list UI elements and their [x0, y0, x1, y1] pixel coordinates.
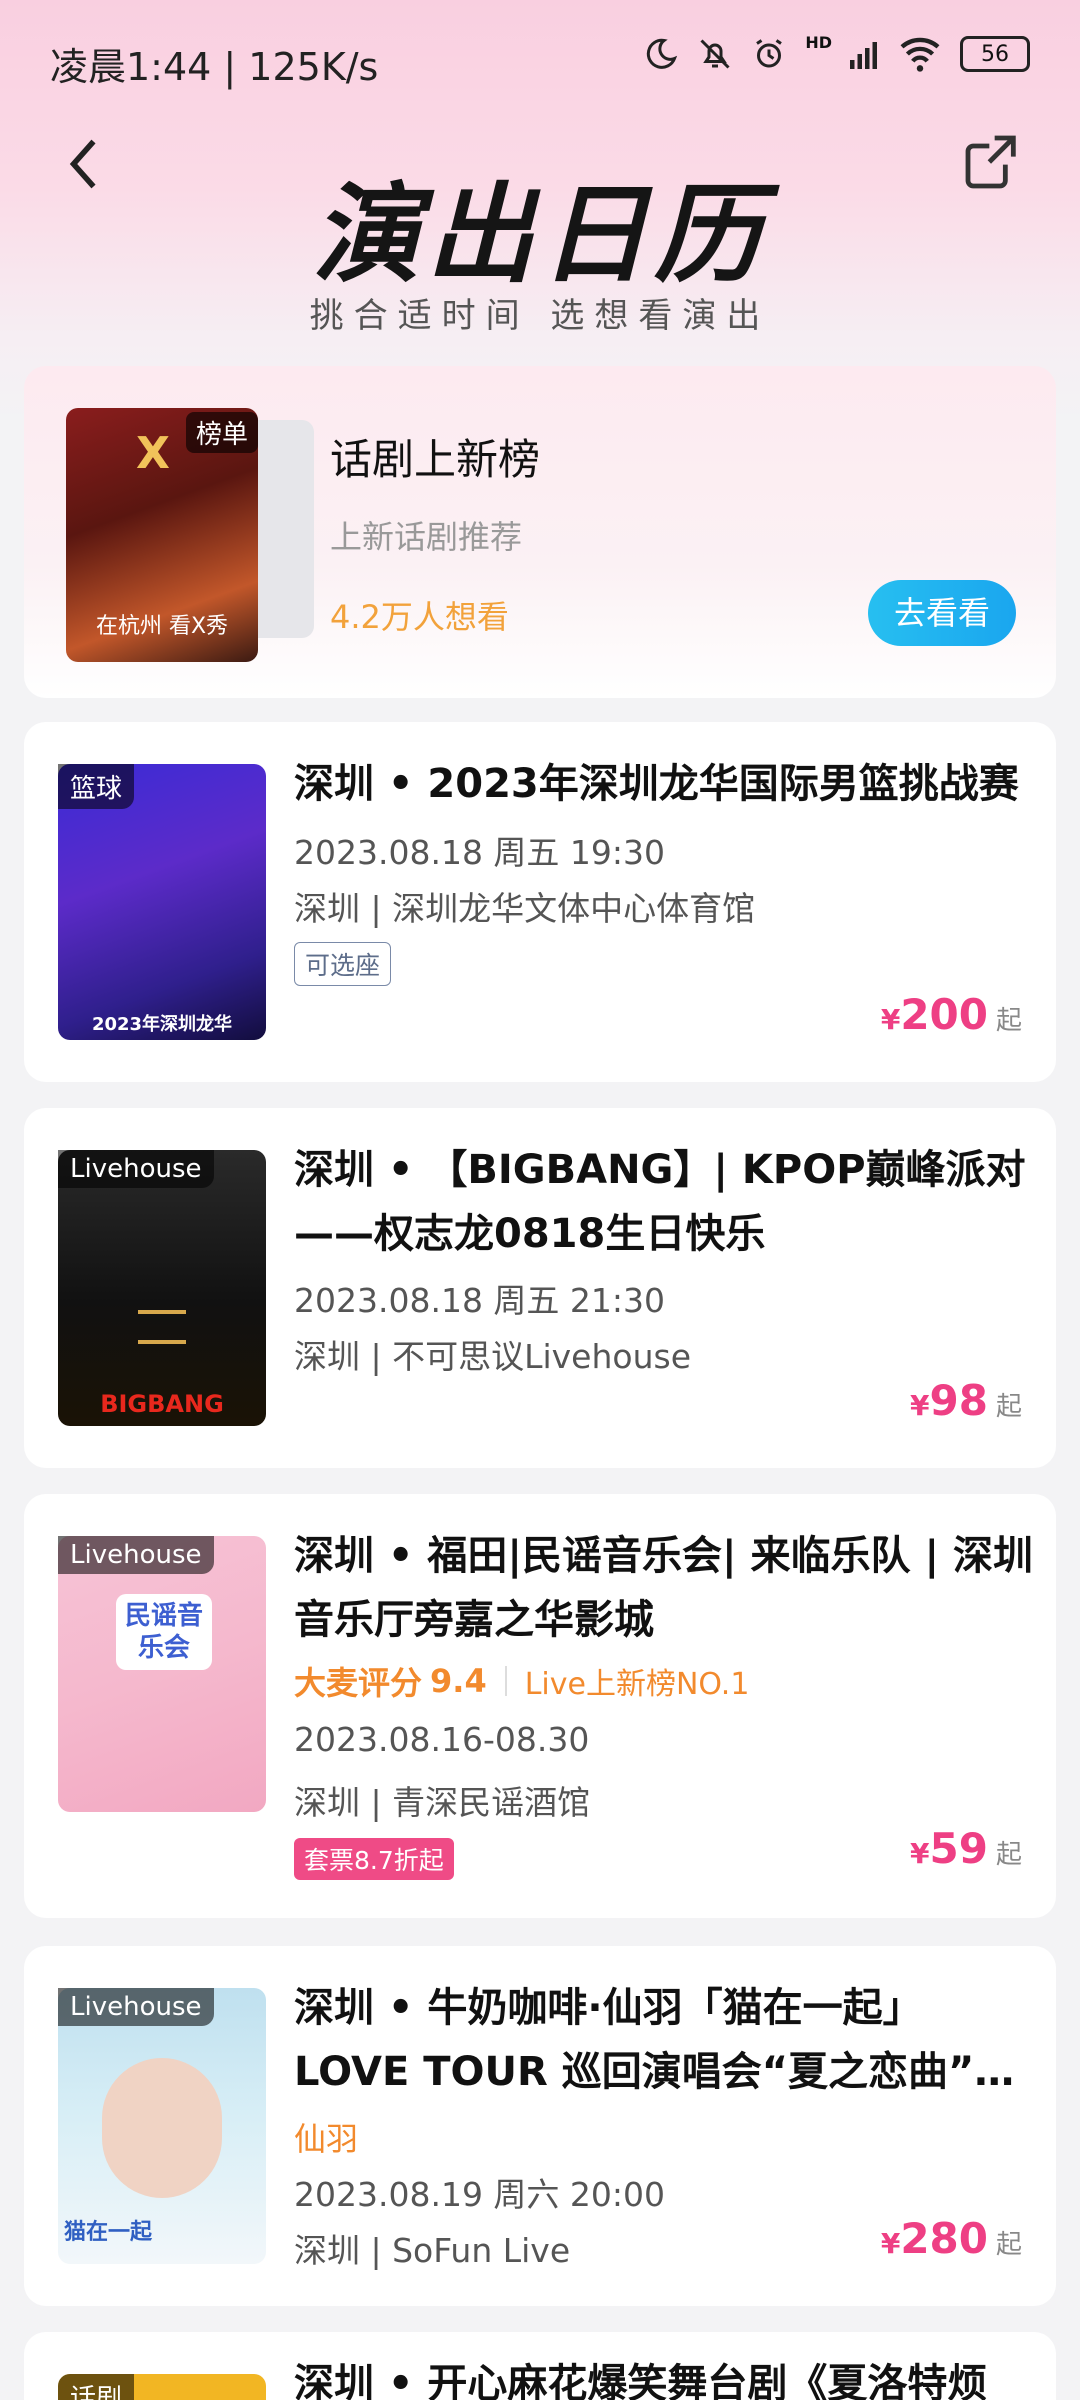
rank-badge: Live上新榜NO.1 [524, 1667, 750, 1702]
event-poster: 话剧 [58, 2374, 266, 2400]
list-item[interactable]: 民谣音乐会 Livehouse 深圳 • 福田|民谣音乐会| 来临乐队 | 深圳… [24, 1494, 1056, 1918]
category-tag: Livehouse [58, 1988, 214, 2026]
price-value: 200 [900, 990, 988, 1039]
page-title: 演出日历 [311, 173, 768, 298]
ranking-tag: 榜单 [186, 412, 259, 453]
price: ¥200 起 [881, 990, 1022, 1039]
artist-name: 仙羽 [294, 2120, 359, 2158]
discount-chip: 套票8.7折起 [294, 1838, 454, 1880]
rating-row: 大麦评分 9.4 Live上新榜NO.1 [294, 1658, 749, 1704]
battery-level: 56 [981, 41, 1009, 67]
event-title-line2: LOVE TOUR 巡回演唱会“夏之恋曲”… [294, 2049, 1015, 2095]
event-date: 2023.08.16-08.30 [294, 1720, 590, 1759]
want-count: 4.2万人想看 [330, 598, 509, 636]
rating-score: 9.4 [430, 1662, 487, 1700]
bell-off-icon [700, 39, 730, 69]
price-suffix: 起 [995, 2230, 1022, 2260]
signal-icon [850, 42, 877, 69]
status-icons: HD 56 [643, 32, 1030, 72]
event-venue: 深圳 | 不可思议Livehouse [294, 1337, 691, 1376]
go-see-button[interactable]: 去看看 [868, 580, 1016, 646]
price-value: 280 [900, 2214, 988, 2263]
event-title: 深圳 • 2023年深圳龙华国际男篮挑战赛 [294, 761, 1019, 807]
list-item[interactable]: BIGBANG Livehouse 深圳 • 【BIGBANG】| KPOP巅峰… [24, 1108, 1056, 1468]
event-date: 2023.08.18 周五 21:30 [294, 1281, 666, 1320]
poster-tag-wrap: Livehouse [58, 1150, 266, 1426]
poster-letter: X [136, 428, 170, 479]
poster-text: 在杭州 看X秀 [95, 614, 229, 639]
list-item[interactable]: 2023年深圳龙华 篮球 深圳 • 2023年深圳龙华国际男篮挑战赛 2023.… [24, 722, 1056, 1082]
wifi-icon [900, 37, 940, 72]
event-date: 2023.08.18 周五 19:30 [294, 833, 666, 872]
moon-icon [647, 38, 678, 69]
rating-label: 大麦评分 [294, 1664, 423, 1702]
list-item[interactable]: 话剧 深圳 • 开心麻花爆笑舞台剧《夏洛特烦 [24, 2332, 1056, 2400]
event-title-line2: ——权志龙0818生日快乐 [294, 1211, 766, 1257]
category-tag: 篮球 [58, 764, 135, 809]
battery-icon: 56 [960, 36, 1030, 72]
ranking-title: 话剧上新榜 [330, 435, 541, 484]
event-title-line1: 深圳 • 牛奶咖啡·仙羽「猫在一起」 [294, 1985, 923, 2031]
price-suffix: 起 [995, 1392, 1022, 1422]
category-tag: Livehouse [58, 1536, 214, 1574]
event-venue: 深圳 | 深圳龙华文体中心体育馆 [294, 889, 756, 928]
price: ¥59 起 [910, 1824, 1022, 1873]
event-venue: 深圳 | 青深民谣酒馆 [294, 1783, 591, 1822]
category-tag: Livehouse [58, 1150, 214, 1188]
price-value: 98 [929, 1376, 988, 1425]
list-item[interactable]: 猫在一起 Livehouse 深圳 • 牛奶咖啡·仙羽「猫在一起」 LOVE T… [24, 1946, 1056, 2306]
event-date: 2023.08.19 周六 20:00 [294, 2175, 666, 2214]
price-suffix: 起 [995, 1840, 1022, 1870]
alarm-icon [756, 39, 783, 68]
poster-tag-wrap: Livehouse [58, 1536, 266, 1812]
currency: ¥ [910, 1837, 930, 1870]
ranking-subtitle: 上新话剧推荐 [330, 518, 523, 556]
event-title-line2: 音乐厅旁嘉之华影城 [294, 1597, 654, 1643]
currency: ¥ [910, 1389, 930, 1422]
event-title-line1: 深圳 • 【BIGBANG】| KPOP巅峰派对 [294, 1147, 1026, 1193]
status-time: 凌晨1:44 | 125K/s [50, 45, 379, 89]
currency: ¥ [880, 1003, 901, 1036]
poster-tag-wrap: 篮球 [58, 764, 266, 1040]
ranking-card[interactable]: X 在杭州 看X秀 榜单 话剧上新榜 上新话剧推荐 4.2万人想看 去看看 [24, 366, 1056, 698]
price: ¥280 起 [881, 2214, 1022, 2263]
event-title-line1: 深圳 • 福田|民谣音乐会| 来临乐队 | 深圳 [294, 1533, 1034, 1579]
event-title-line1: 深圳 • 开心麻花爆笑舞台剧《夏洛特烦 [294, 2361, 988, 2400]
page-subtitle: 挑合适时间 选想看演出 [309, 296, 771, 336]
category-tag: 话剧 [58, 2374, 135, 2400]
price: ¥98 起 [910, 1376, 1022, 1425]
price-suffix: 起 [995, 1006, 1022, 1036]
poster-tag-wrap: Livehouse [58, 1988, 266, 2264]
seat-select-chip: 可选座 [294, 942, 392, 986]
price-value: 59 [929, 1824, 988, 1873]
rating-divider [504, 1666, 507, 1696]
currency: ¥ [880, 2227, 901, 2260]
event-venue: 深圳 | SoFun Live [294, 2231, 571, 2270]
network-type: HD [805, 32, 832, 52]
